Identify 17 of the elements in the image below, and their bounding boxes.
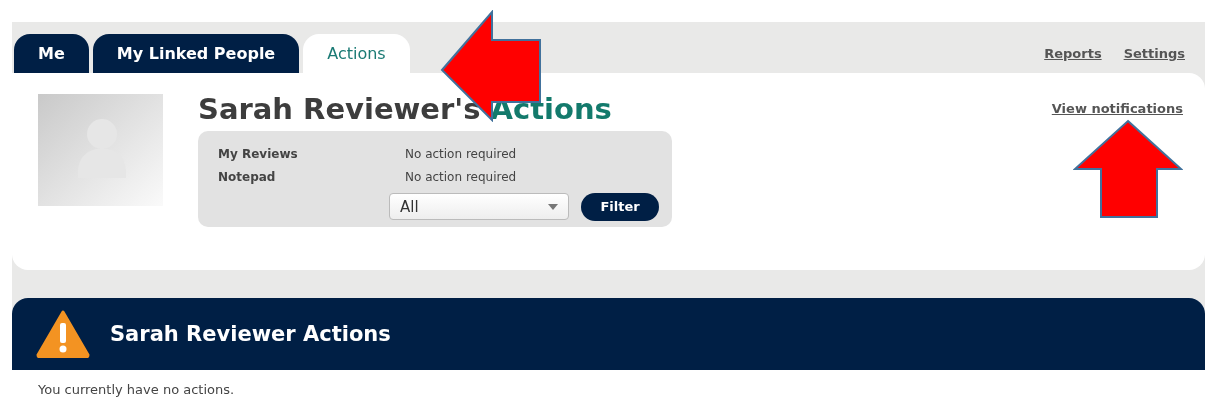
caret-icon [548,203,558,210]
notifications-link[interactable]: View notifications [1051,101,1183,116]
nav-link[interactable]: Reports [1044,46,1102,61]
summary-status: No action required [405,169,517,184]
panel-title: Sarah Reviewer Actions [110,322,391,346]
summary-status: No action required [405,146,517,161]
avatar-icon [38,94,163,206]
tab[interactable]: Me [14,34,89,73]
filter-dropdown[interactable]: All [389,193,569,221]
summary-label: Notepad [218,169,277,184]
summary-label: My Reviews [218,146,299,161]
nav-link[interactable]: Settings [1123,46,1185,61]
tab[interactable]: Actions [303,34,410,73]
tab[interactable]: My Linked People [92,34,300,73]
warning-icon [36,310,90,358]
panel-message: You currently have no actions. [37,381,236,399]
filter-button[interactable]: Filter [581,192,659,221]
